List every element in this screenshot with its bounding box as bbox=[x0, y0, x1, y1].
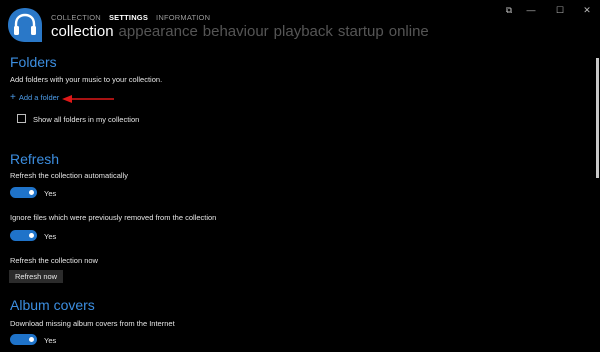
refresh-now-button[interactable]: Refresh now bbox=[9, 270, 64, 283]
plus-icon: + bbox=[10, 91, 16, 103]
show-all-folders-label: Show all folders in my collection bbox=[33, 115, 140, 124]
download-covers-toggle[interactable] bbox=[10, 334, 37, 345]
refresh-auto-label: Refresh the collection automatically bbox=[10, 171, 128, 180]
restore-icon[interactable]: ⧉ bbox=[502, 5, 516, 16]
tab-behaviour[interactable]: behaviour bbox=[203, 22, 269, 42]
settings-tabs: collection appearance behaviour playback… bbox=[51, 22, 429, 42]
folders-heading: Folders bbox=[10, 54, 57, 70]
nav-collection[interactable]: COLLECTION bbox=[51, 13, 101, 22]
ignore-removed-toggle[interactable] bbox=[10, 230, 37, 241]
scrollbar-thumb[interactable] bbox=[596, 58, 599, 178]
minimize-icon[interactable]: — bbox=[524, 5, 538, 15]
nav-settings[interactable]: SETTINGS bbox=[109, 13, 148, 22]
annotation-arrow bbox=[62, 95, 114, 103]
download-covers-value: Yes bbox=[44, 336, 57, 345]
add-folder-label: Add a folder bbox=[18, 93, 60, 102]
tab-online[interactable]: online bbox=[389, 22, 429, 42]
show-all-folders-checkbox[interactable] bbox=[17, 114, 26, 123]
nav-information[interactable]: INFORMATION bbox=[156, 13, 210, 22]
folders-description: Add folders with your music to your coll… bbox=[10, 75, 163, 84]
refresh-auto-value: Yes bbox=[44, 189, 57, 198]
maximize-icon[interactable]: ☐ bbox=[553, 5, 567, 16]
ignore-removed-label: Ignore files which were previously remov… bbox=[10, 213, 217, 222]
tab-startup[interactable]: startup bbox=[338, 22, 384, 42]
add-folder-link[interactable]: + Add a folder bbox=[10, 91, 60, 103]
download-covers-label: Download missing album covers from the I… bbox=[10, 319, 175, 328]
tab-appearance[interactable]: appearance bbox=[119, 22, 198, 42]
refresh-auto-toggle[interactable] bbox=[10, 187, 37, 198]
tab-playback[interactable]: playback bbox=[274, 22, 333, 42]
refresh-heading: Refresh bbox=[10, 151, 60, 167]
headphones-logo-icon bbox=[8, 8, 42, 42]
ignore-removed-value: Yes bbox=[44, 232, 57, 241]
tab-collection[interactable]: collection bbox=[51, 22, 114, 42]
refresh-now-label: Refresh the collection now bbox=[10, 256, 98, 265]
close-icon[interactable]: ✕ bbox=[580, 5, 594, 16]
album-covers-heading: Album covers bbox=[10, 297, 95, 313]
top-nav: COLLECTION SETTINGS INFORMATION bbox=[51, 13, 210, 22]
